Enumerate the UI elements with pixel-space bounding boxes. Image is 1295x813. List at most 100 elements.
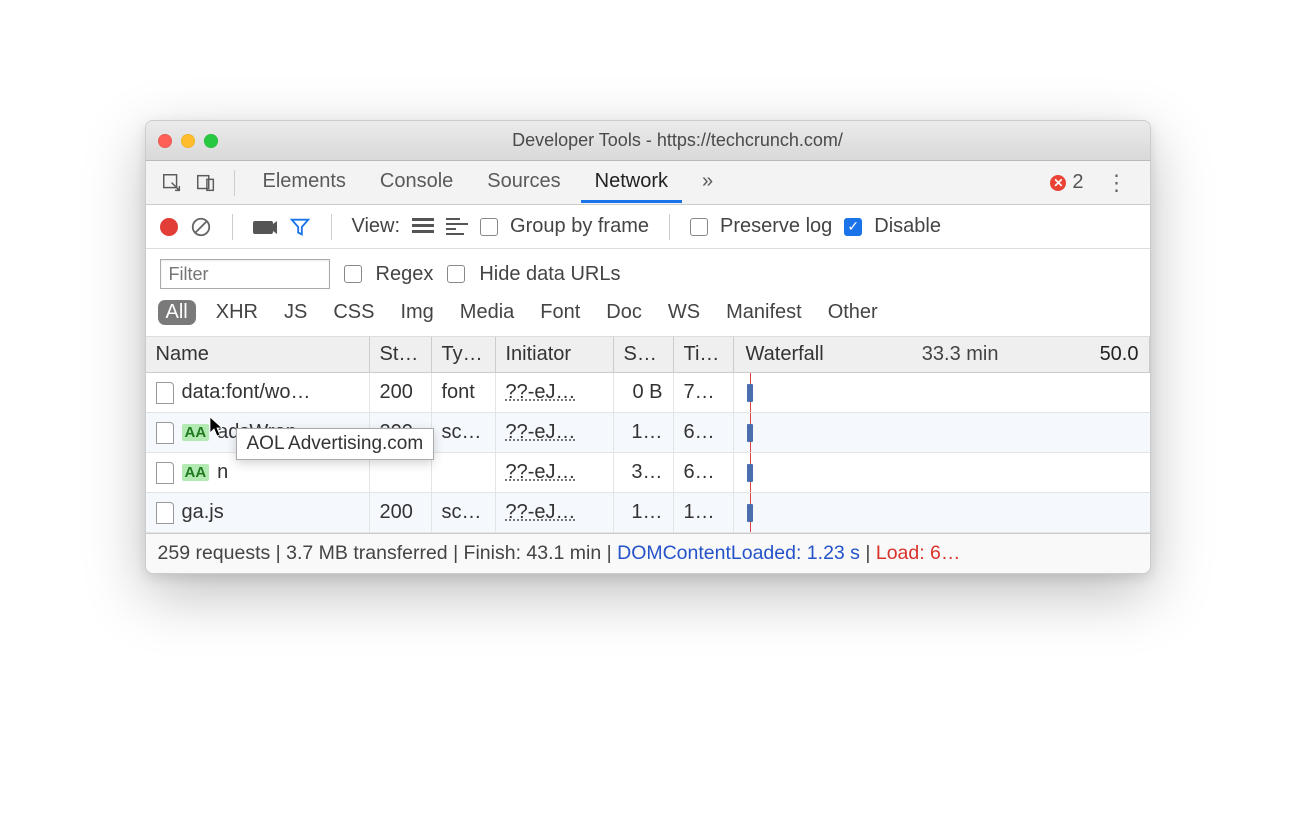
status-finish: Finish: 43.1 min bbox=[464, 542, 602, 564]
time-cell: 6… bbox=[674, 413, 734, 452]
inspect-icon[interactable] bbox=[158, 169, 186, 197]
type-other[interactable]: Other bbox=[822, 299, 884, 326]
type-doc[interactable]: Doc bbox=[600, 299, 648, 326]
cursor-icon bbox=[210, 417, 226, 442]
small-rows-icon[interactable] bbox=[446, 218, 468, 236]
hide-data-urls-checkbox[interactable] bbox=[447, 265, 465, 283]
time-cell: 6… bbox=[674, 453, 734, 492]
col-name[interactable]: Name bbox=[146, 337, 370, 372]
minimize-window-button[interactable] bbox=[181, 134, 195, 148]
group-by-frame-label: Group by frame bbox=[510, 215, 649, 238]
size-cell: 0 B bbox=[614, 373, 674, 412]
tab-sources[interactable]: Sources bbox=[473, 162, 574, 203]
hide-data-urls-label: Hide data URLs bbox=[479, 263, 620, 286]
preserve-log-label: Preserve log bbox=[720, 215, 832, 238]
disable-cache-checkbox[interactable]: ✓ bbox=[844, 218, 862, 236]
table-row[interactable]: ga.js 200 sc… ??-eJ… 1… 1… bbox=[146, 493, 1150, 533]
size-cell: 3… bbox=[614, 453, 674, 492]
status-requests: 259 requests bbox=[158, 542, 271, 564]
type-js[interactable]: JS bbox=[278, 299, 313, 326]
type-xhr[interactable]: XHR bbox=[210, 299, 264, 326]
record-button[interactable] bbox=[160, 218, 178, 236]
status-load: Load: 6… bbox=[876, 542, 961, 564]
titlebar: Developer Tools - https://techcrunch.com… bbox=[146, 121, 1150, 161]
device-toggle-icon[interactable] bbox=[192, 169, 220, 197]
error-count-badge[interactable]: ✕ 2 bbox=[1050, 171, 1083, 194]
clear-icon[interactable] bbox=[190, 216, 212, 238]
filter-icon[interactable] bbox=[289, 216, 311, 238]
col-size[interactable]: Size bbox=[614, 337, 674, 372]
separator bbox=[669, 214, 670, 240]
type-all[interactable]: All bbox=[158, 300, 196, 325]
request-name: data:font/wo… bbox=[182, 381, 311, 404]
statusbar: 259 requests | 3.7 MB transferred | Fini… bbox=[146, 533, 1150, 573]
disable-cache-label: Disable bbox=[874, 215, 941, 238]
time-cell: 1… bbox=[674, 493, 734, 532]
error-icon: ✕ bbox=[1050, 175, 1066, 191]
type-ws[interactable]: WS bbox=[662, 299, 706, 326]
file-icon bbox=[156, 502, 174, 524]
zoom-window-button[interactable] bbox=[204, 134, 218, 148]
waterfall-tick: 33.3 min bbox=[922, 343, 999, 366]
type-img[interactable]: Img bbox=[394, 299, 439, 326]
tab-network[interactable]: Network bbox=[581, 162, 682, 203]
initiator-link[interactable]: ??-eJ… bbox=[506, 381, 576, 404]
devtools-window: Developer Tools - https://techcrunch.com… bbox=[145, 120, 1151, 574]
type-filter-row: All XHR JS CSS Img Media Font Doc WS Man… bbox=[146, 295, 1150, 337]
traffic-lights bbox=[158, 134, 218, 148]
waterfall-tick2: 50.0 bbox=[1100, 343, 1139, 366]
filter-input[interactable] bbox=[160, 259, 330, 289]
waterfall-bar bbox=[747, 384, 753, 402]
type-cell: sc… bbox=[432, 413, 496, 452]
settings-menu-icon[interactable]: ⋮ bbox=[1096, 170, 1138, 196]
status-domcontentloaded: DOMContentLoaded: 1.23 s bbox=[617, 542, 860, 564]
waterfall-bar bbox=[747, 424, 753, 442]
waterfall-label: Waterfall bbox=[746, 343, 824, 366]
col-time[interactable]: Ti… bbox=[674, 337, 734, 372]
network-toolbar: View: Group by frame Preserve log ✓ Disa… bbox=[146, 205, 1150, 249]
preserve-log-checkbox[interactable] bbox=[690, 218, 708, 236]
separator bbox=[234, 170, 235, 196]
col-waterfall[interactable]: Waterfall 33.3 min 50.0 bbox=[734, 337, 1150, 372]
separator bbox=[331, 214, 332, 240]
type-media[interactable]: Media bbox=[454, 299, 520, 326]
large-rows-icon[interactable] bbox=[412, 218, 434, 236]
col-initiator[interactable]: Initiator bbox=[496, 337, 614, 372]
table-header: Name St… Ty… Initiator Size Ti… Waterfal… bbox=[146, 337, 1150, 373]
initiator-link[interactable]: ??-eJ… bbox=[506, 421, 576, 444]
filter-row: Regex Hide data URLs bbox=[146, 249, 1150, 295]
tab-elements[interactable]: Elements bbox=[249, 162, 360, 203]
tracker-badge: AA bbox=[182, 464, 210, 481]
regex-checkbox[interactable] bbox=[344, 265, 362, 283]
regex-label: Regex bbox=[376, 263, 434, 286]
size-cell: 1… bbox=[614, 413, 674, 452]
initiator-link[interactable]: ??-eJ… bbox=[506, 501, 576, 524]
type-font[interactable]: Font bbox=[534, 299, 586, 326]
tracker-badge: AA bbox=[182, 424, 210, 441]
type-cell bbox=[432, 453, 496, 492]
request-name: n bbox=[217, 461, 228, 484]
capture-screenshot-icon[interactable] bbox=[253, 218, 277, 236]
waterfall-bar bbox=[747, 464, 753, 482]
group-by-frame-checkbox[interactable] bbox=[480, 218, 498, 236]
table-row[interactable]: data:font/wo… 200 font ??-eJ… 0 B 7… bbox=[146, 373, 1150, 413]
status-cell: 200 bbox=[370, 373, 432, 412]
file-icon bbox=[156, 382, 174, 404]
tracker-tooltip: AOL Advertising.com bbox=[236, 428, 435, 460]
file-icon bbox=[156, 462, 174, 484]
type-css[interactable]: CSS bbox=[327, 299, 380, 326]
initiator-link[interactable]: ??-eJ… bbox=[506, 461, 576, 484]
tab-console[interactable]: Console bbox=[366, 162, 467, 203]
file-icon bbox=[156, 422, 174, 444]
tabs-overflow-button[interactable]: » bbox=[688, 162, 727, 203]
tabbar: Elements Console Sources Network » ✕ 2 ⋮ bbox=[146, 161, 1150, 205]
time-cell: 7… bbox=[674, 373, 734, 412]
view-label: View: bbox=[352, 215, 401, 238]
type-manifest[interactable]: Manifest bbox=[720, 299, 808, 326]
window-title: Developer Tools - https://techcrunch.com… bbox=[218, 130, 1138, 151]
col-type[interactable]: Ty… bbox=[432, 337, 496, 372]
col-status[interactable]: St… bbox=[370, 337, 432, 372]
close-window-button[interactable] bbox=[158, 134, 172, 148]
status-cell: 200 bbox=[370, 493, 432, 532]
size-cell: 1… bbox=[614, 493, 674, 532]
